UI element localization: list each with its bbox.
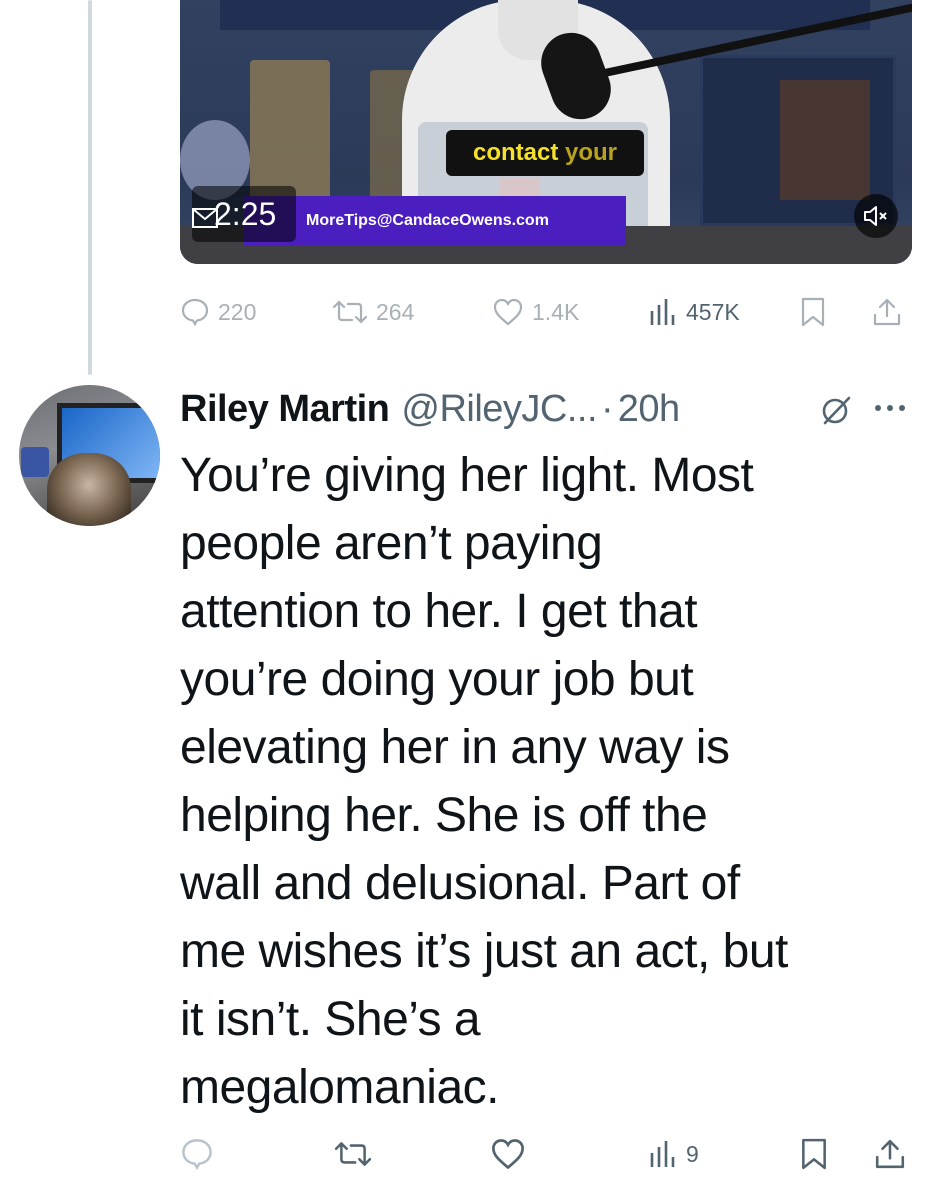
reply-icon — [182, 1139, 212, 1171]
share-icon — [873, 298, 901, 326]
reply-text-line: elevating her in any way is — [180, 721, 730, 774]
more-options-icon[interactable] — [870, 396, 912, 420]
reply-text-line: helping her. She is off the — [180, 789, 708, 842]
views-count: 9 — [686, 1140, 699, 1167]
views-count: 457K — [686, 298, 740, 325]
reply-actions: 9 — [180, 1134, 912, 1174]
caption-word: contact — [472, 139, 559, 166]
reply-text-line: you’re doing your job but — [180, 653, 694, 706]
bookmark-icon — [801, 297, 825, 327]
reply-button[interactable]: 220 — [180, 292, 256, 332]
reply-count: 220 — [218, 298, 257, 325]
like-count: 1.4K — [532, 298, 580, 325]
reply-text-line: people aren’t paying — [180, 517, 603, 570]
speaker-muted-icon — [864, 206, 887, 226]
like-button[interactable]: 1.4K — [492, 292, 579, 332]
reply-text-line: attention to her. I get that — [180, 585, 698, 638]
caption-word: your — [565, 139, 618, 166]
video-cabinet-books — [780, 80, 870, 200]
share-icon — [875, 1139, 905, 1169]
reply-text-line: wall and delusional. Part of — [180, 857, 740, 910]
reply-text-line: You’re giving her light. Most — [180, 449, 754, 502]
reply-button[interactable] — [180, 1134, 214, 1174]
avatar-cat — [47, 453, 131, 526]
views-button[interactable]: 9 — [648, 1134, 699, 1174]
timestamp[interactable]: 20h — [618, 388, 680, 431]
avatar-cup — [21, 447, 49, 477]
repost-icon — [334, 1142, 372, 1166]
display-name[interactable]: Riley Martin — [180, 388, 390, 431]
reply-text-line: it isn’t. She’s a — [180, 993, 481, 1046]
avatar[interactable] — [19, 385, 160, 526]
mute-button[interactable] — [854, 194, 898, 238]
grok-icon[interactable] — [818, 392, 854, 428]
reply-body: You’re giving her light. Most people are… — [180, 442, 910, 1122]
video-email-banner: MoreTips@CandaceOwens.com — [244, 196, 626, 246]
repost-icon — [332, 300, 368, 324]
bar-chart-icon — [650, 299, 675, 325]
like-button[interactable] — [490, 1134, 526, 1174]
video-caption: contact your — [446, 130, 644, 176]
bookmark-button[interactable] — [800, 292, 826, 332]
bar-chart-icon — [650, 1141, 675, 1167]
original-tweet-actions: 220 264 1.4K 457K — [180, 292, 912, 332]
video-player[interactable]: contact your MoreTips@CandaceOwens.com 2… — [180, 0, 912, 264]
bookmark-button[interactable] — [800, 1134, 828, 1174]
reply-header: Riley Martin @RileyJC... · 20h — [180, 384, 920, 434]
reply-text-line: megalomaniac. — [180, 1061, 500, 1114]
reply-icon — [181, 298, 209, 327]
separator-dot: · — [601, 387, 614, 430]
repost-button[interactable]: 264 — [332, 292, 414, 332]
user-handle[interactable]: @RileyJC... — [401, 388, 597, 431]
thread-connector-line — [88, 0, 92, 375]
share-button[interactable] — [874, 1134, 906, 1174]
repost-button[interactable] — [334, 1134, 372, 1174]
heart-icon — [493, 298, 523, 326]
views-button[interactable]: 457K — [648, 292, 740, 332]
share-button[interactable] — [872, 292, 902, 332]
bookmark-icon — [802, 1138, 826, 1170]
repost-count: 264 — [376, 298, 415, 325]
reply-text-line: me wishes it’s just an act, but — [180, 925, 788, 978]
video-duration: 2:25 — [214, 196, 277, 232]
heart-icon — [492, 1139, 524, 1170]
